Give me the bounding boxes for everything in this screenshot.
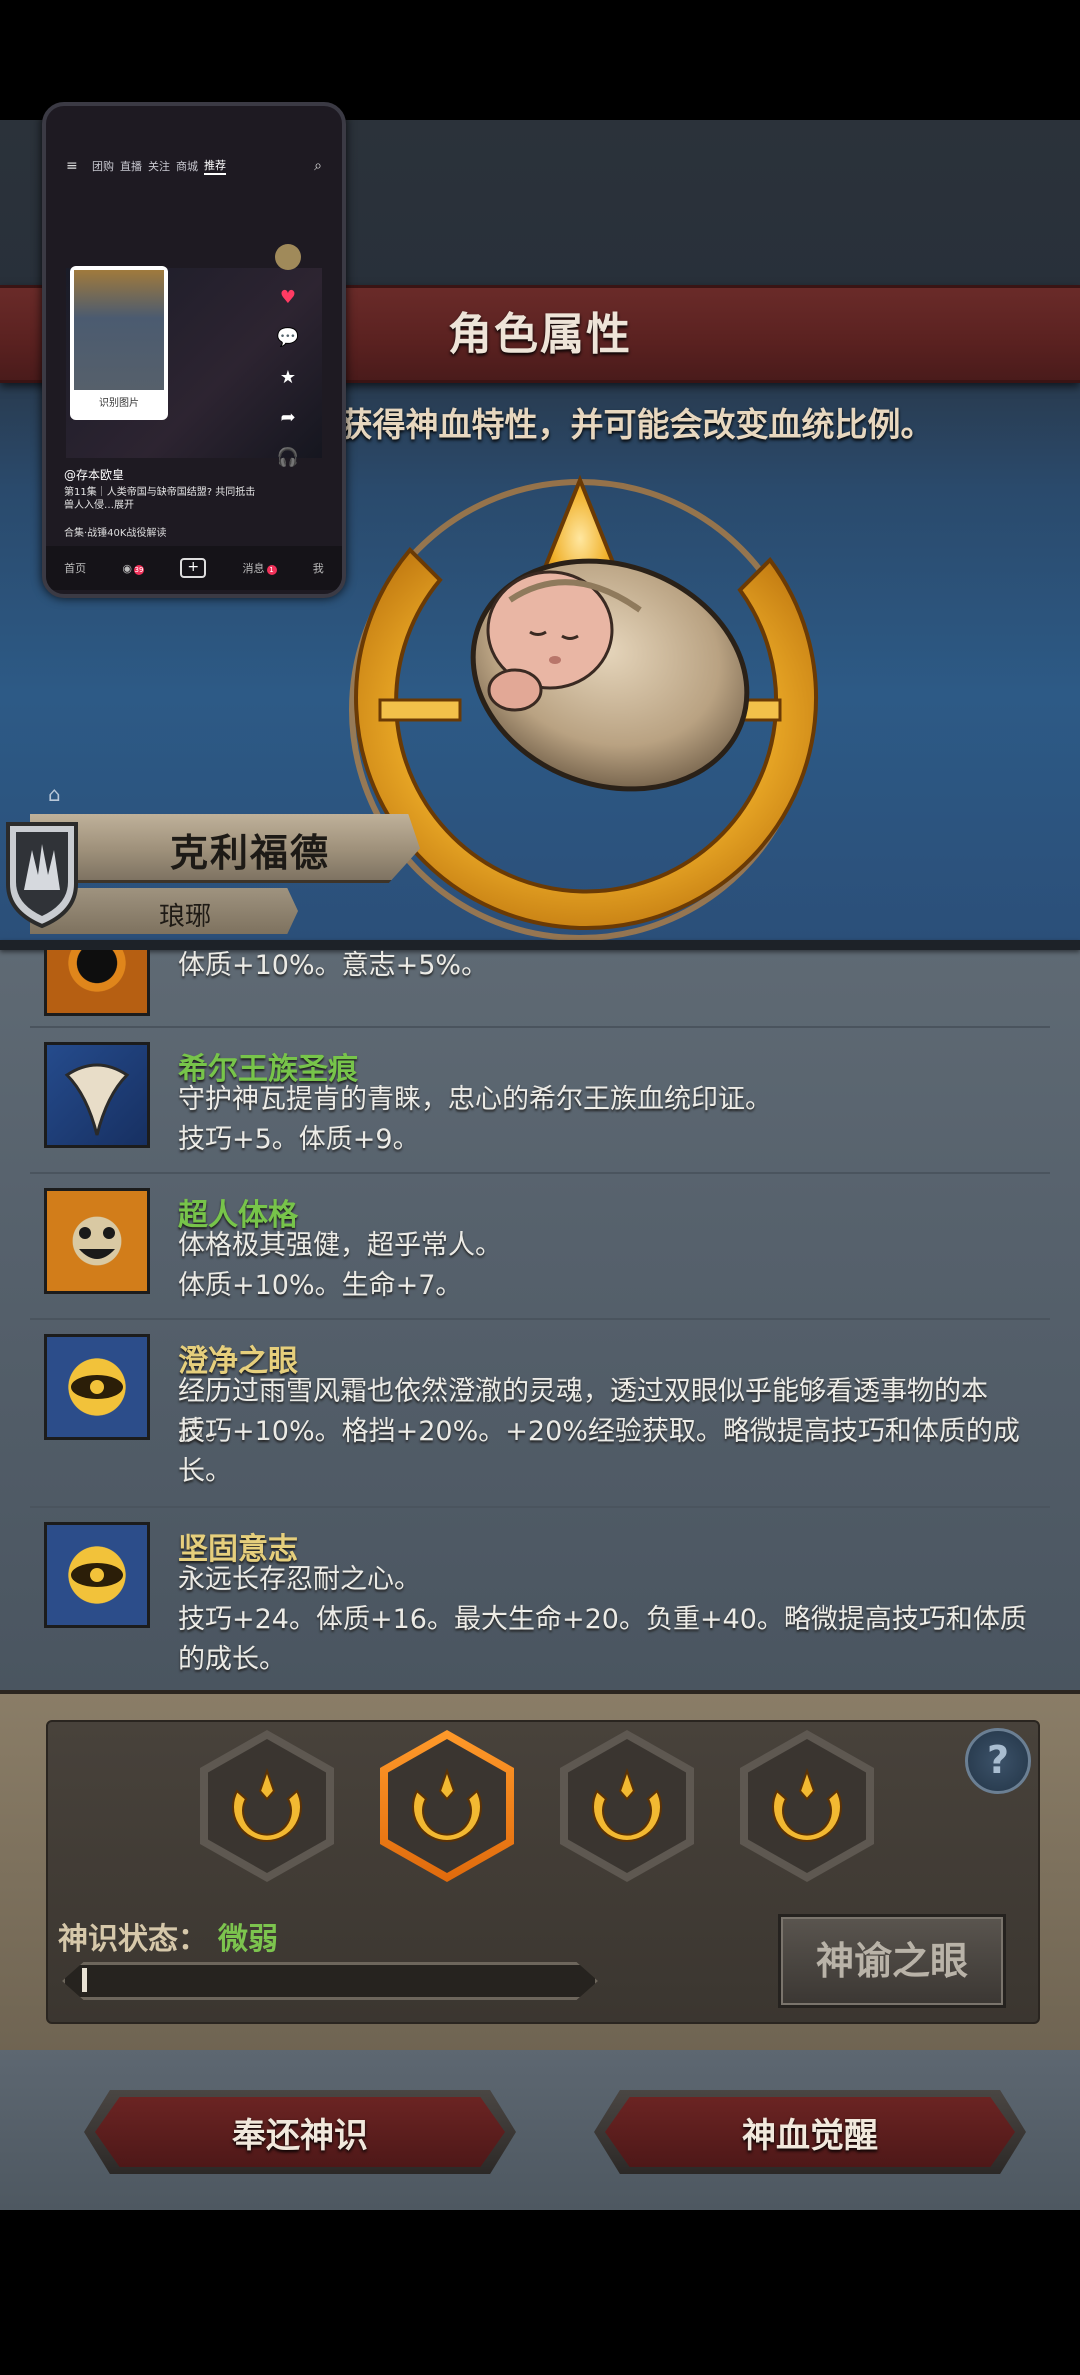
- separator: [30, 1506, 1050, 1508]
- separator: [30, 1026, 1050, 1028]
- hex-inner: [568, 1739, 686, 1873]
- nav-badge: 1: [266, 565, 277, 575]
- listen-icon[interactable]: 🎧: [275, 444, 301, 470]
- bottom-black-bar: [0, 2210, 1080, 2375]
- golden-eye-emblem-icon: [44, 1334, 150, 1440]
- hex-inner: [208, 1739, 326, 1873]
- comment-icon[interactable]: 💬: [275, 324, 301, 350]
- floating-phone-overlay[interactable]: ≡ 团购 直播 关注 商城 推荐 ⌕ 识别图片 ♥ 💬 ★ ➦ 🎧 @存本欧皇 …: [42, 102, 346, 598]
- mini-emblem-icon: [772, 1767, 842, 1842]
- phone-tab-1[interactable]: 直播: [120, 158, 142, 174]
- star-icon[interactable]: ★: [275, 364, 301, 390]
- nav-create[interactable]: +: [180, 558, 207, 578]
- house-icon[interactable]: ⌂: [48, 782, 70, 806]
- phone-bottom-nav: 首页 ◉ 39 + 消息 1 我: [46, 546, 342, 590]
- separator: [30, 1318, 1050, 1320]
- progress-fill: [82, 1968, 87, 1992]
- trait-desc-line: 体质+10%。意志+5%。: [178, 950, 489, 981]
- phone-top-tabs: ≡ 团购 直播 关注 商城 推荐 ⌕: [66, 151, 322, 181]
- hex-inner: [388, 1739, 506, 1873]
- mini-emblem-icon: [412, 1767, 482, 1842]
- return-divine-label: 奉还神识: [95, 2097, 505, 2167]
- phone-tab-0[interactable]: 团购: [92, 158, 114, 174]
- separator: [30, 1172, 1050, 1174]
- eye-shape: [71, 1375, 123, 1399]
- help-button[interactable]: ?: [965, 1728, 1031, 1794]
- trait-desc-line: 技巧+5。体质+9。: [178, 1124, 420, 1155]
- collection-info[interactable]: 合集·战锤40K战役解读: [64, 524, 314, 539]
- share-icon[interactable]: ➦: [275, 404, 301, 430]
- smiling-face-icon: [44, 1188, 150, 1294]
- nav-home[interactable]: 首页: [64, 560, 86, 576]
- blue-crest-icon: [44, 1042, 150, 1148]
- trait-desc-line: 的成长。: [178, 1644, 286, 1675]
- section-divider: [0, 940, 1080, 950]
- trait-desc-line: 守护神瓦提肯的青睐，忠心的希尔王族血统印证。: [178, 1084, 772, 1115]
- status-value: 微弱: [218, 1922, 278, 1957]
- trait-desc-line: 技巧+10%。格挡+20%。+20%经验获取。略微提高技巧和体质的成: [178, 1416, 1020, 1447]
- search-icon[interactable]: ⌕: [314, 158, 322, 174]
- oracle-eye-button[interactable]: 神谕之眼: [778, 1914, 1006, 2008]
- trait-list[interactable]: 体质+10%。意志+5%。 希尔王族圣痕 守护神瓦提肯的青睐，忠心的希尔王族血统…: [0, 950, 1080, 1690]
- creator-avatar[interactable]: [275, 244, 301, 270]
- character-name: 克利福德: [169, 831, 330, 875]
- menu-icon[interactable]: ≡: [66, 158, 86, 174]
- crest-shape: [64, 1063, 130, 1136]
- face-shape: [79, 1227, 115, 1259]
- trait-desc-line: 体格极其强健，超乎常人。: [178, 1230, 502, 1261]
- golden-eye-emblem-icon: [44, 1522, 150, 1628]
- phone-tab-2[interactable]: 关注: [148, 158, 170, 174]
- heart-icon[interactable]: ♥: [275, 284, 301, 310]
- return-divine-button[interactable]: 奉还神识: [84, 2090, 516, 2174]
- nav-me[interactable]: 我: [313, 560, 324, 576]
- trait-desc-line: 永远长存忍耐之心。: [178, 1564, 421, 1595]
- status-label: 神识状态：: [58, 1922, 208, 1957]
- phone-side-actions: ♥ 💬 ★ ➦ 🎧: [268, 244, 308, 470]
- awaken-blood-button[interactable]: 神血觉醒: [594, 2090, 1026, 2174]
- orange-eye-icon: [44, 950, 150, 1016]
- nav-messages-label: 消息: [242, 562, 265, 575]
- nav-badge: 39: [134, 564, 144, 575]
- nav-friends[interactable]: ◉ 39: [122, 562, 144, 575]
- trait-desc-line: 长。: [178, 1456, 232, 1487]
- divine-progress-bar: [62, 1962, 598, 2000]
- card-label: 识别图片: [99, 398, 139, 409]
- phone-tab-3[interactable]: 商城: [176, 158, 198, 174]
- trait-desc-line: 体质+10%。生命+7。: [178, 1270, 463, 1301]
- card-thumbnail: [74, 270, 164, 390]
- video-author[interactable]: @存本欧皇: [64, 466, 264, 483]
- eye-shape: [71, 1563, 123, 1587]
- mini-emblem-icon: [232, 1767, 302, 1842]
- faction-shield-icon: [6, 822, 78, 929]
- image-recognition-card[interactable]: 识别图片: [70, 266, 168, 420]
- character-region: 琅琊: [158, 902, 211, 932]
- mini-emblem-icon: [592, 1767, 662, 1842]
- trait-desc-line: 技巧+24。体质+16。最大生命+20。负重+40。略微提高技巧和体质: [178, 1604, 1027, 1635]
- nav-messages[interactable]: 消息 1: [243, 560, 277, 576]
- hex-inner: [748, 1739, 866, 1873]
- phone-tab-4[interactable]: 推荐: [204, 157, 226, 175]
- awaken-blood-label: 神血觉醒: [605, 2097, 1015, 2167]
- video-caption: 第11集｜人类帝国与缺帝国结盟? 共同抵击兽人入侵…展开: [64, 487, 256, 511]
